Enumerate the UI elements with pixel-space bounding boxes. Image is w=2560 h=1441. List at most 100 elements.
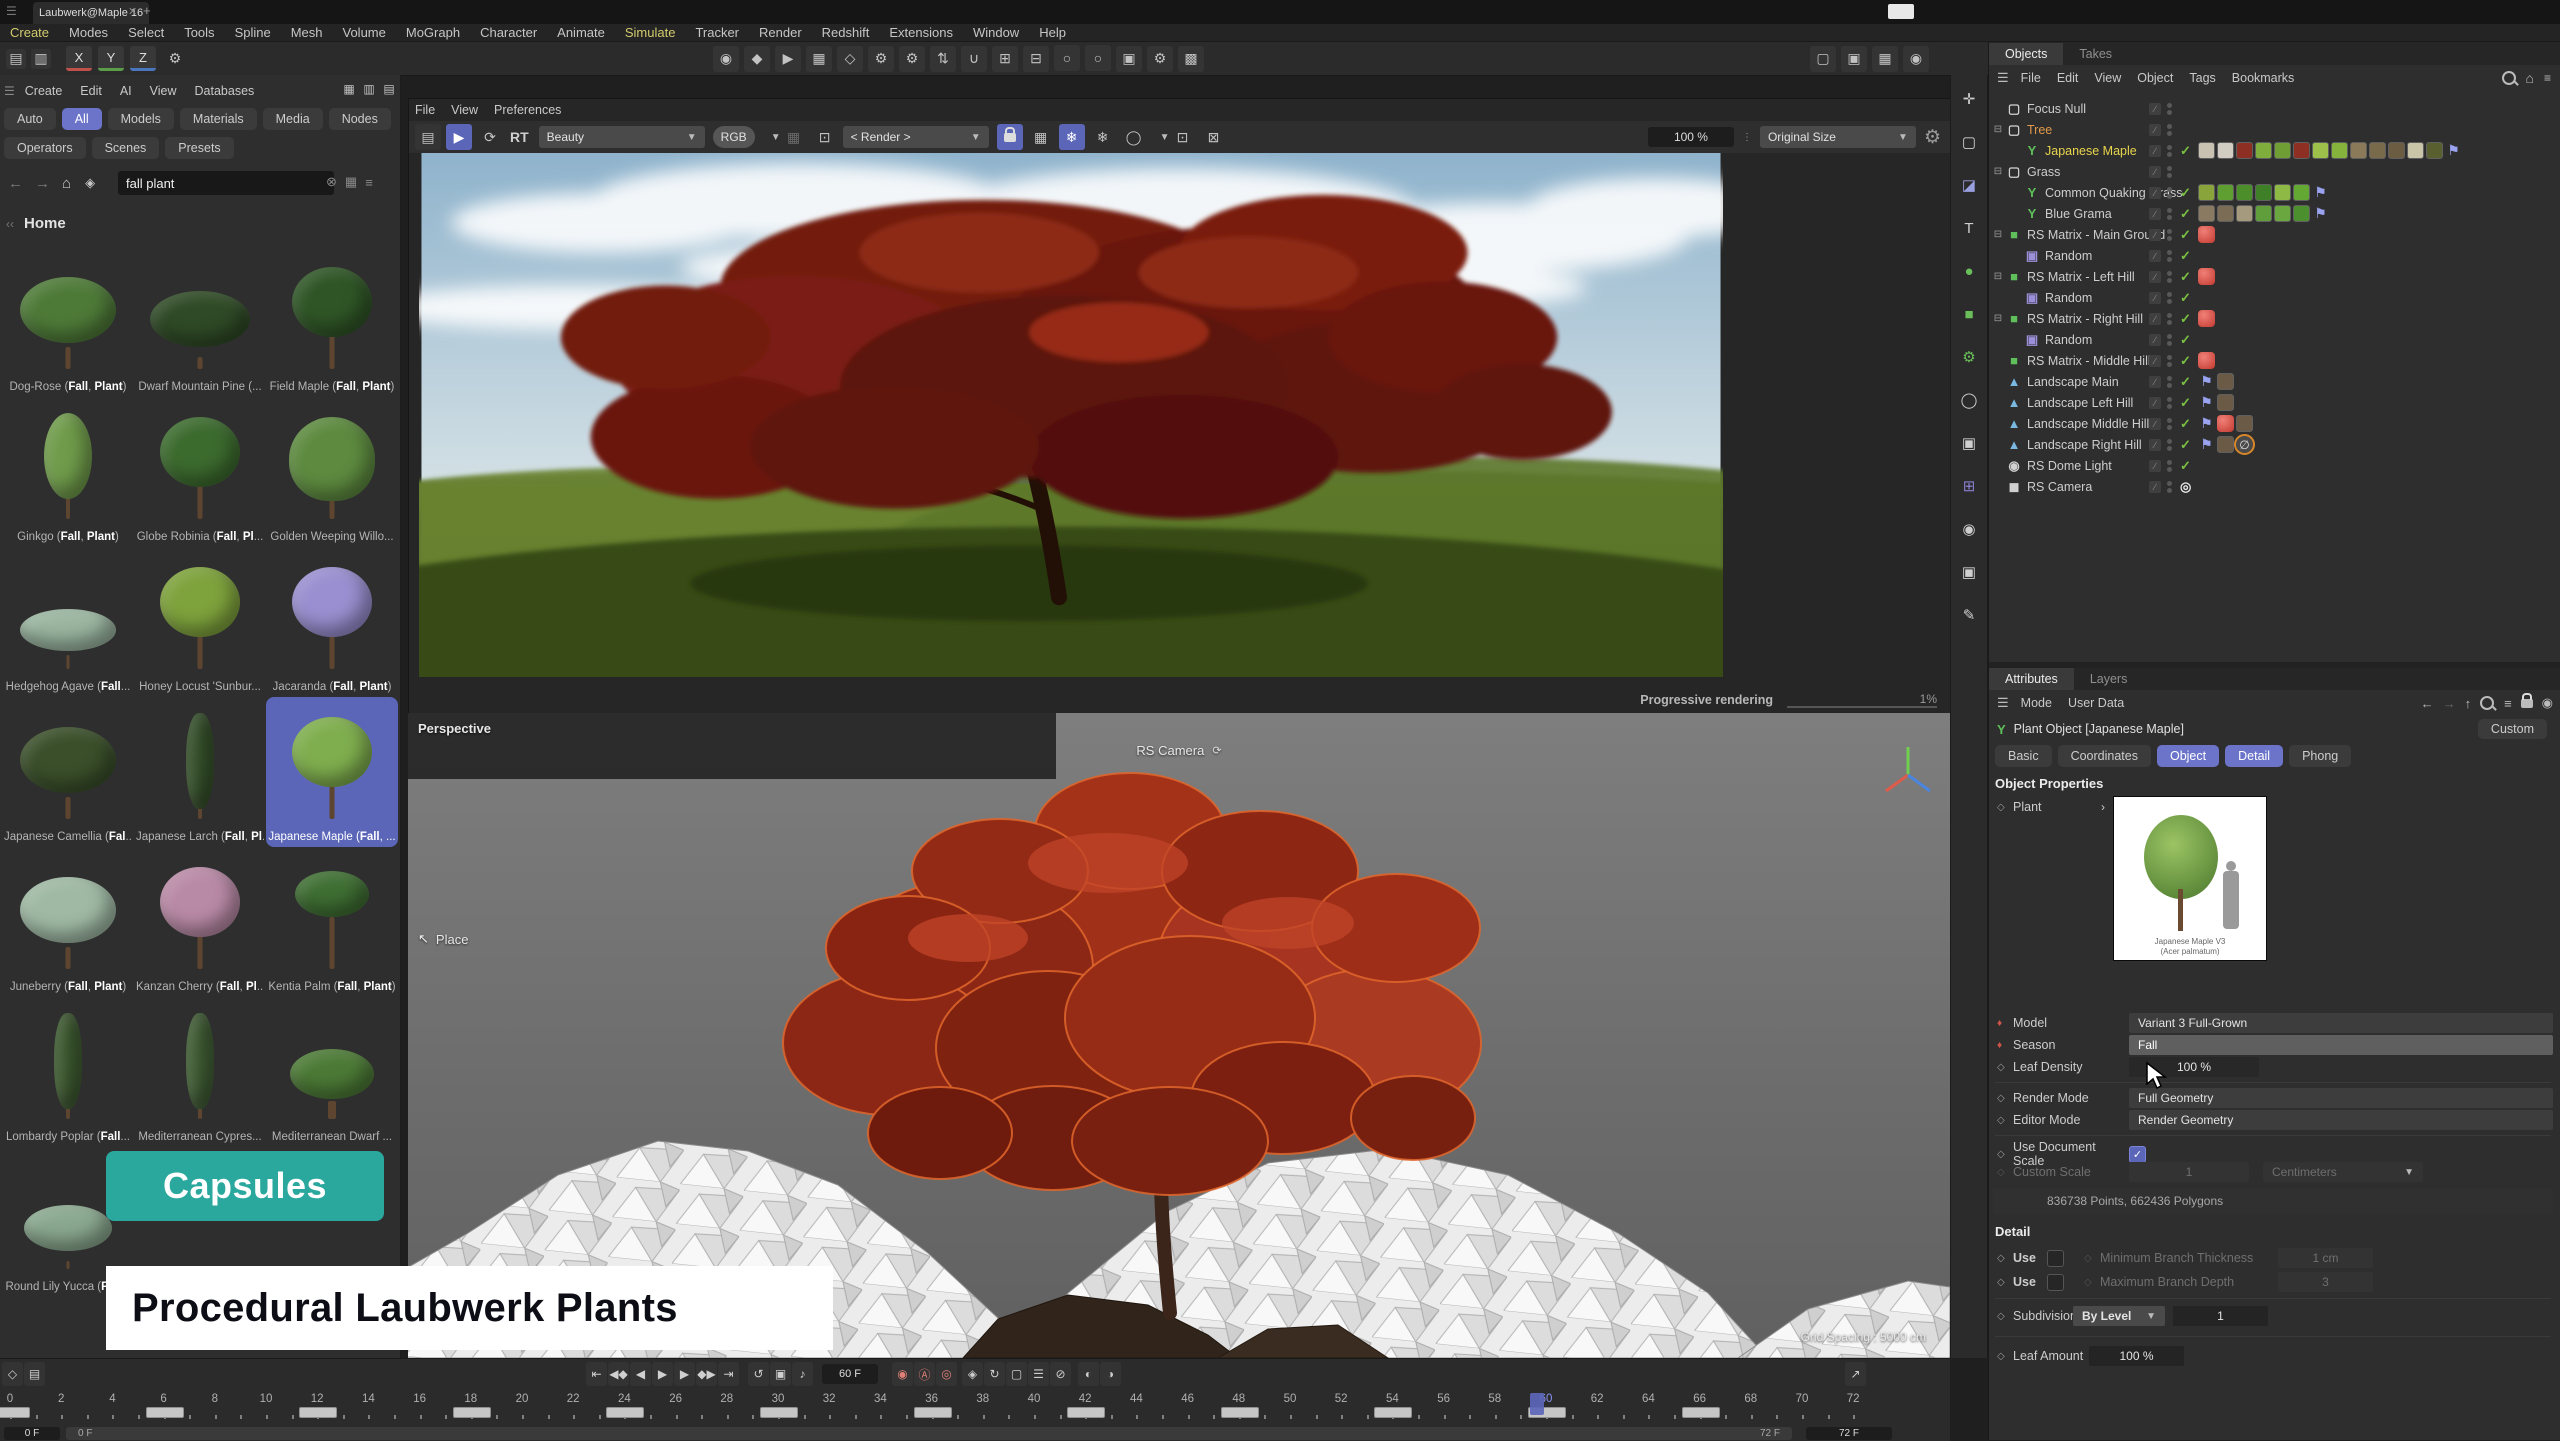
filter-chip[interactable]: Nodes [329, 108, 391, 130]
menu-item[interactable]: Animate [547, 25, 615, 40]
menu-item[interactable]: Character [470, 25, 547, 40]
leaf-amount-field[interactable]: 100 % [2089, 1346, 2184, 1366]
asset-menu-item[interactable]: AI [120, 84, 132, 98]
object-row[interactable]: Common Quaking Grass ∕ [1989, 182, 2560, 203]
enable-check-icon[interactable] [2180, 227, 2198, 243]
back-icon[interactable]: ← [8, 175, 23, 192]
object-label[interactable]: Landscape Left Hill [2027, 396, 2133, 410]
thumb-view-icon[interactable]: ▦ [345, 174, 357, 190]
refresh-icon[interactable] [477, 124, 503, 150]
keyframe-marker[interactable] [1374, 1407, 1412, 1418]
menu-item[interactable]: Modes [59, 25, 118, 40]
camera-label-row[interactable]: RS Camera ⟳ [408, 743, 1950, 758]
object-row[interactable]: Random ∕ [1989, 329, 2560, 350]
asset-menu-item[interactable]: Edit [80, 84, 102, 98]
visibility-dots[interactable] [2167, 165, 2172, 179]
object-label[interactable]: Random [2045, 333, 2092, 347]
object-tag[interactable] [2293, 205, 2310, 222]
favorite-icon[interactable]: ◈ [85, 175, 95, 191]
back-icon[interactable]: ← [2421, 696, 2434, 711]
filter-chip[interactable]: All [62, 108, 102, 130]
asset-item[interactable]: Juneberry (Fall, Plant) [2, 847, 134, 997]
region-icon[interactable] [1121, 124, 1147, 150]
asset-item[interactable]: Kentia Palm (Fall, Plant) [266, 847, 398, 997]
object-label[interactable]: Landscape Right Hill [2027, 438, 2142, 452]
object-label[interactable]: Japanese Maple [2045, 144, 2137, 158]
keyframe-marker[interactable] [453, 1407, 491, 1418]
axis-lock-button[interactable]: X [66, 46, 92, 71]
attribute-menu-item[interactable]: User Data [2068, 696, 2124, 710]
keyframe-marker[interactable] [0, 1407, 30, 1418]
visibility-dots[interactable] [2167, 480, 2172, 494]
render-view-menu-item[interactable]: Preferences [494, 103, 561, 117]
layer-icon[interactable]: ∕ [2149, 271, 2161, 283]
enable-check-icon[interactable] [2180, 248, 2198, 264]
layer-icon[interactable]: ∕ [2149, 313, 2161, 325]
object-label[interactable]: RS Matrix - Left Hill [2027, 270, 2135, 284]
filter-chip[interactable]: Presets [165, 137, 233, 159]
keyframe-marker[interactable] [760, 1407, 798, 1418]
layer-icon[interactable]: ∕ [2149, 166, 2161, 178]
layer-icon[interactable]: ∕ [2149, 355, 2161, 367]
asset-item[interactable]: Japanese Camellia (Fal... [2, 697, 134, 847]
object-tag[interactable] [2407, 142, 2424, 159]
focus-icon[interactable] [1170, 124, 1196, 150]
visibility-dots[interactable] [2167, 312, 2172, 326]
enable-check-icon[interactable] [2180, 311, 2198, 327]
visibility-dots[interactable] [2167, 207, 2172, 221]
chevron-down-icon[interactable]: ▼ [1160, 132, 1170, 143]
menu-item[interactable]: Render [749, 25, 812, 40]
object-tag[interactable] [2217, 205, 2234, 222]
burger-icon[interactable]: ☰ [1997, 70, 2009, 86]
enable-check-icon[interactable] [2180, 269, 2198, 285]
menu-item[interactable]: Extensions [879, 25, 963, 40]
object-manager-menu-item[interactable]: Bookmarks [2232, 71, 2295, 85]
layer-icon[interactable]: ∕ [2149, 124, 2161, 136]
object-row[interactable]: RS Camera ∕ [1989, 476, 2560, 497]
object-tag[interactable] [2255, 142, 2272, 159]
object-label[interactable]: Random [2045, 249, 2092, 263]
object-label[interactable]: RS Matrix - Right Hill [2027, 312, 2143, 326]
object-row[interactable]: ⊟ Grass ∕ [1989, 161, 2560, 182]
keyframe-marker[interactable] [299, 1407, 337, 1418]
chevron-down-icon[interactable]: ▼ [771, 132, 781, 143]
model-dropdown[interactable]: Variant 3 Full-Grown [2129, 1013, 2553, 1033]
enable-check-icon[interactable] [2180, 395, 2198, 411]
menu-item[interactable]: Select [118, 25, 174, 40]
frame-ruler[interactable]: 0246810121416182022242628303234363840424… [0, 1393, 1950, 1425]
list-view-icon[interactable]: ≡ [365, 175, 373, 190]
asset-menu-item[interactable]: View [150, 84, 177, 98]
object-row[interactable]: Landscape Right Hill ∕ [1989, 434, 2560, 455]
focus-object-icon[interactable] [1201, 124, 1227, 150]
axis-lock-button[interactable]: Z [130, 46, 156, 71]
visibility-dots[interactable] [2167, 123, 2172, 137]
layer-icon[interactable]: ∕ [2149, 103, 2161, 115]
clear-search-icon[interactable]: ⊗ [326, 174, 337, 190]
snapshot-slate-icon[interactable] [415, 124, 441, 150]
object-manager-menu-item[interactable]: Object [2137, 71, 2173, 85]
object-tag[interactable] [2198, 268, 2215, 285]
object-tag[interactable] [2445, 142, 2462, 159]
object-row[interactable]: RS Matrix - Middle Hill ∕ [1989, 350, 2560, 371]
enable-check-icon[interactable] [2180, 185, 2198, 201]
subdivision-field[interactable]: 1 [2173, 1306, 2268, 1326]
layer-icon[interactable]: ∕ [2149, 460, 2161, 472]
search-icon[interactable] [2502, 71, 2516, 85]
asset-item[interactable]: Globe Robinia (Fall, Pl... [134, 397, 266, 547]
object-manager-menu-item[interactable]: View [2094, 71, 2121, 85]
dotgrid-icon[interactable] [781, 124, 807, 150]
expander-icon[interactable]: ⊟ [1991, 271, 2005, 282]
size-dropdown[interactable]: Original Size▼ [1760, 126, 1916, 148]
channel-chip[interactable]: RGB [713, 126, 755, 148]
object-tag[interactable] [2198, 352, 2215, 369]
object-label[interactable]: Focus Null [2027, 102, 2086, 116]
menu-item[interactable]: Window [963, 25, 1029, 40]
filter-chip[interactable]: Scenes [92, 137, 160, 159]
enable-check-icon[interactable] [2180, 437, 2198, 453]
layer-icon[interactable]: ∕ [2149, 481, 2161, 493]
object-row[interactable]: Landscape Left Hill ∕ [1989, 392, 2560, 413]
layer-icon[interactable]: ∕ [2149, 418, 2161, 430]
lock-icon[interactable] [2521, 699, 2533, 708]
use-max-branch-checkbox[interactable] [2047, 1274, 2064, 1291]
filter-icon[interactable]: ≡ [2544, 71, 2551, 85]
